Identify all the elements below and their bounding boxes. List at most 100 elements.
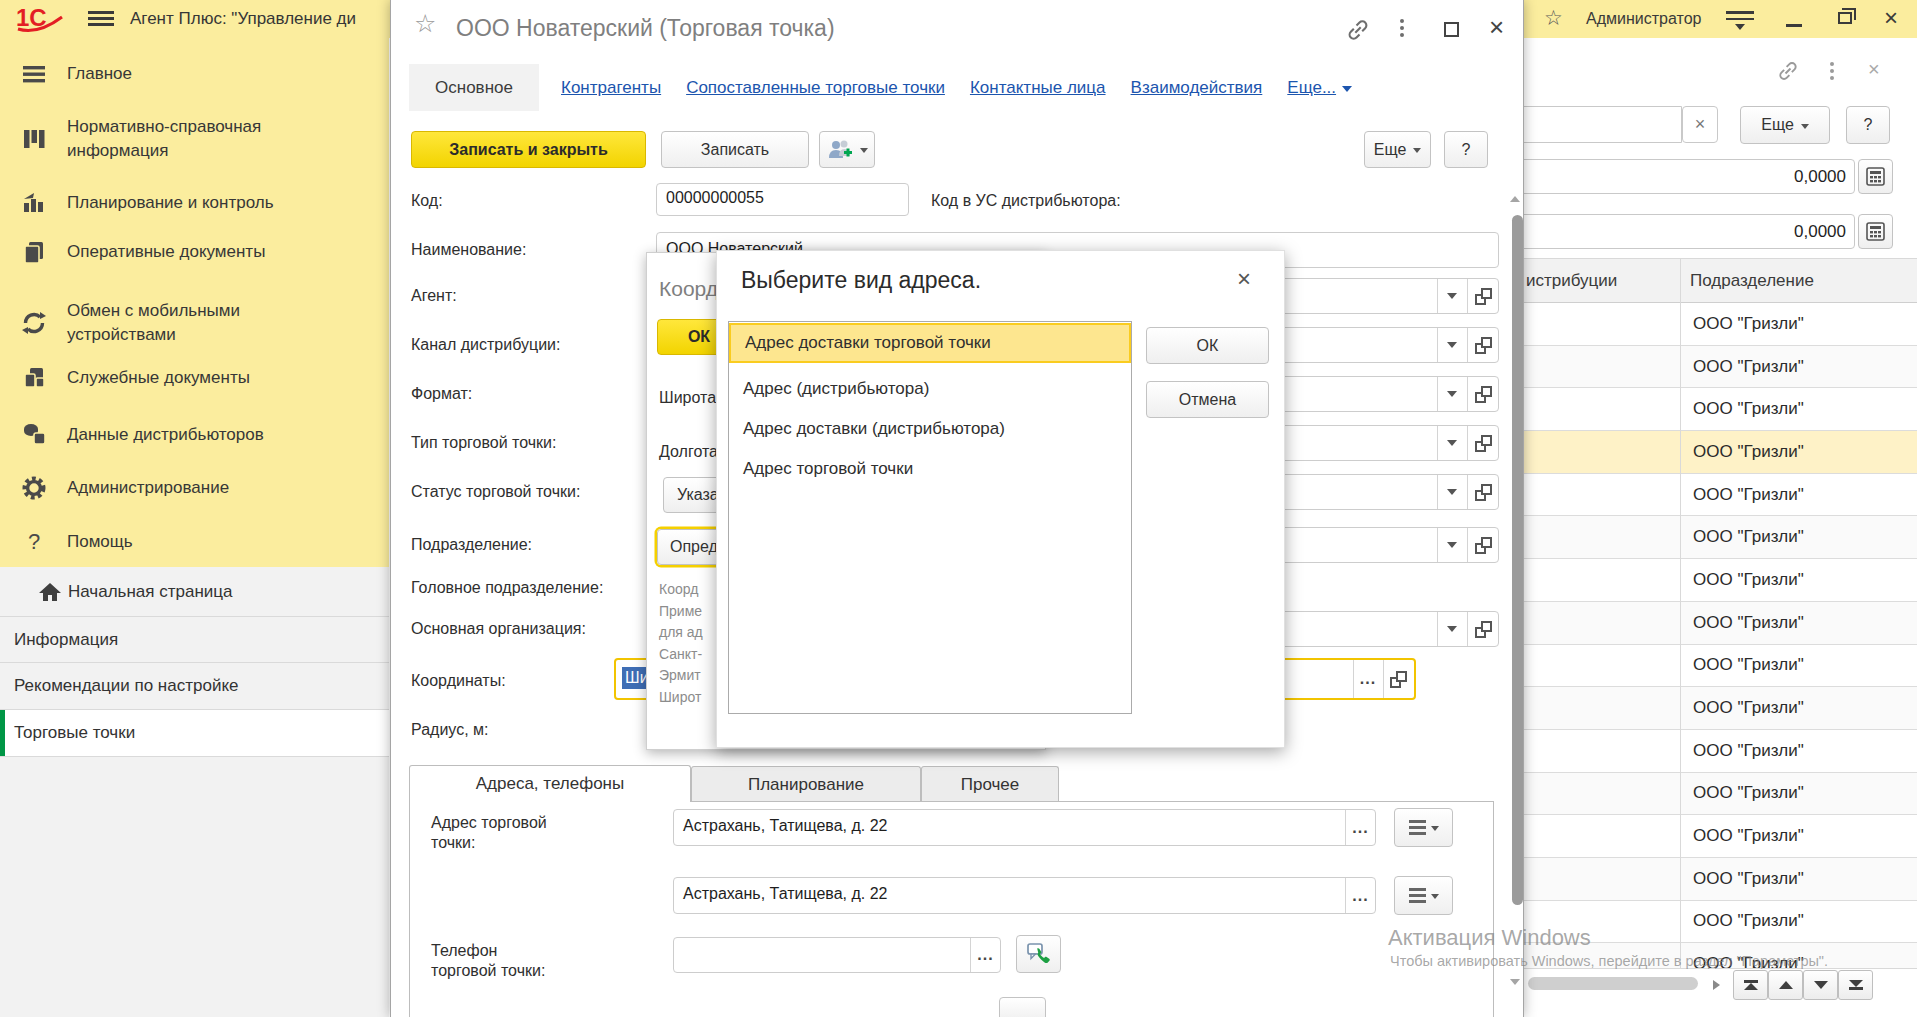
table-row[interactable]: ООО "Гризли" <box>1524 431 1917 474</box>
main-menu-icon[interactable] <box>88 11 114 27</box>
table-row[interactable]: ООО "Гризли" <box>1524 730 1917 773</box>
sidebar-item-mobile-exchange[interactable]: Обмен с мобильными устройствами <box>0 299 389 347</box>
table-row[interactable]: ООО "Гризли" <box>1524 602 1917 645</box>
phone-field[interactable]: ... <box>673 937 1001 973</box>
modal-ok-button[interactable]: ОК <box>1146 327 1269 364</box>
address-2-ellipsis-button[interactable]: ... <box>1345 878 1376 913</box>
table-row[interactable]: ООО "Гризли" <box>1524 645 1917 688</box>
add-counterparty-button[interactable] <box>819 131 875 168</box>
tab-more[interactable]: Еще... <box>1287 78 1352 98</box>
sidebar-item-information[interactable]: Информация <box>0 617 389 663</box>
org-dropdown-button[interactable] <box>1437 612 1467 646</box>
division-open-button[interactable] <box>1467 528 1500 562</box>
division-dropdown-button[interactable] <box>1437 528 1467 562</box>
dialog-help-button[interactable]: ? <box>1444 131 1488 168</box>
format-open-button[interactable] <box>1467 377 1500 411</box>
sidebar-item-home[interactable]: Начальная страница <box>0 567 389 617</box>
h-scroll-right-arrow[interactable] <box>1713 980 1720 990</box>
calculator-button-2[interactable] <box>1858 214 1893 249</box>
org-open-button[interactable] <box>1467 612 1500 646</box>
address-1-ellipsis-button[interactable]: ... <box>1345 810 1376 845</box>
type-open-button[interactable] <box>1467 426 1500 460</box>
go-prev-button[interactable] <box>1768 970 1803 1000</box>
sidebar-item-distributor-data[interactable]: Данные дистрибьюторов <box>0 417 389 453</box>
save-and-close-button[interactable]: Записать и закрыть <box>411 131 646 168</box>
table-row[interactable]: ООО "Гризли" <box>1524 303 1917 346</box>
dialog-close-icon[interactable]: × <box>1489 12 1504 43</box>
type-dropdown-button[interactable] <box>1437 426 1467 460</box>
list-item[interactable]: Адрес доставки (дистрибьютора) <box>729 409 1131 449</box>
dialog-scrollbar-thumb[interactable] <box>1512 215 1523 905</box>
sidebar-item-trade-points[interactable]: Торговые точки <box>0 710 389 757</box>
go-first-button[interactable] <box>1733 970 1768 1000</box>
dialog-link-icon[interactable] <box>1346 18 1370 46</box>
dialog-favorites-star-icon[interactable]: ☆ <box>414 9 436 38</box>
get-link-icon[interactable] <box>1777 60 1799 86</box>
sidebar-item-recommendations[interactable]: Рекомендации по настройке <box>0 663 389 710</box>
tab-main[interactable]: Основное <box>409 64 539 111</box>
save-button[interactable]: Записать <box>661 131 809 168</box>
table-row[interactable]: ООО "Гризли" <box>1524 687 1917 730</box>
go-next-button[interactable] <box>1803 970 1838 1000</box>
coords-open-button[interactable] <box>1383 660 1414 698</box>
channel-dropdown-button[interactable] <box>1437 328 1467 362</box>
extra-button-partial[interactable] <box>999 997 1046 1017</box>
tab-planning[interactable]: Планирование <box>691 766 921 802</box>
modal-cancel-button[interactable]: Отмена <box>1146 381 1269 418</box>
table-row[interactable]: ООО "Гризли" <box>1524 858 1917 901</box>
list-item-selected[interactable]: Адрес доставки торговой точки <box>729 323 1131 363</box>
table-row[interactable]: ООО "Гризли" <box>1524 388 1917 431</box>
tab-other[interactable]: Прочее <box>921 766 1059 802</box>
table-row[interactable]: ООО "Гризли" <box>1524 516 1917 559</box>
agent-dropdown-button[interactable] <box>1437 279 1467 313</box>
more-button[interactable]: Еще <box>1740 106 1830 144</box>
status-open-button[interactable] <box>1467 475 1500 509</box>
dialog-more-menu-icon[interactable] <box>1400 19 1404 37</box>
address-1-menu-button[interactable] <box>1394 808 1453 847</box>
coords-ellipsis-button[interactable]: ... <box>1353 660 1383 698</box>
search-input[interactable] <box>1520 106 1682 143</box>
table-row[interactable]: ООО "Гризли" <box>1524 773 1917 816</box>
user-name[interactable]: Администратор <box>1586 10 1701 48</box>
table-row[interactable]: ООО "Гризли" <box>1524 815 1917 858</box>
phone-sms-button[interactable] <box>1016 935 1061 973</box>
agent-open-button[interactable] <box>1467 279 1500 313</box>
column-header-division[interactable]: Подразделение <box>1690 271 1814 291</box>
table-row[interactable]: ООО "Гризли" <box>1524 346 1917 389</box>
dialog-scroll-up-arrow[interactable] <box>1510 196 1520 202</box>
window-restore-button[interactable] <box>1838 12 1852 24</box>
status-dropdown-button[interactable] <box>1437 475 1467 509</box>
dialog-more-button[interactable]: Еще <box>1364 131 1431 168</box>
dialog-maximize-icon[interactable] <box>1444 22 1459 37</box>
tab-addresses-phones[interactable]: Адреса, телефоны <box>409 765 691 802</box>
sidebar-item-administration[interactable]: Администрирование <box>0 470 389 506</box>
dialog-scroll-down-arrow[interactable] <box>1510 979 1520 985</box>
tab-contacts[interactable]: Контактные лица <box>970 78 1106 98</box>
numeric-field-1[interactable]: 0,0000 <box>1520 159 1855 194</box>
table-row[interactable]: ООО "Гризли" <box>1524 559 1917 602</box>
address-2-menu-button[interactable] <box>1394 876 1453 915</box>
search-clear-button[interactable]: × <box>1682 106 1718 143</box>
more-menu-icon[interactable] <box>1830 62 1834 80</box>
go-last-button[interactable] <box>1838 970 1873 1000</box>
window-close-button[interactable]: × <box>1884 5 1898 43</box>
list-item[interactable]: Адрес (дистрибьютора) <box>729 369 1131 409</box>
sidebar-item-planning[interactable]: Планирование и контроль <box>0 185 389 221</box>
modal-close-icon[interactable]: × <box>1237 265 1251 293</box>
close-window-icon[interactable]: × <box>1868 58 1880 81</box>
address-field-1[interactable]: Астрахань, Татищева, д. 22 ... <box>673 809 1376 846</box>
tab-interactions[interactable]: Взаимодействия <box>1131 78 1263 98</box>
format-dropdown-button[interactable] <box>1437 377 1467 411</box>
tab-matched-trade-points[interactable]: Сопоставленные торговые точки <box>686 78 945 98</box>
phone-ellipsis-button[interactable]: ... <box>970 938 1001 972</box>
numeric-field-2[interactable]: 0,0000 <box>1520 214 1855 249</box>
panels-icon[interactable] <box>1726 11 1754 27</box>
tab-counterparties[interactable]: Контрагенты <box>561 78 661 98</box>
address-field-2[interactable]: Астрахань, Татищева, д. 22 ... <box>673 877 1376 914</box>
favorites-star-icon[interactable]: ☆ <box>1544 6 1563 44</box>
list-item[interactable]: Адрес торговой точки <box>729 449 1131 489</box>
table-row[interactable]: ООО "Гризли" <box>1524 474 1917 517</box>
sidebar-item-reference-info[interactable]: Нормативно-справочная информация <box>0 115 389 163</box>
channel-open-button[interactable] <box>1467 328 1500 362</box>
window-minimize-button[interactable] <box>1786 24 1802 27</box>
